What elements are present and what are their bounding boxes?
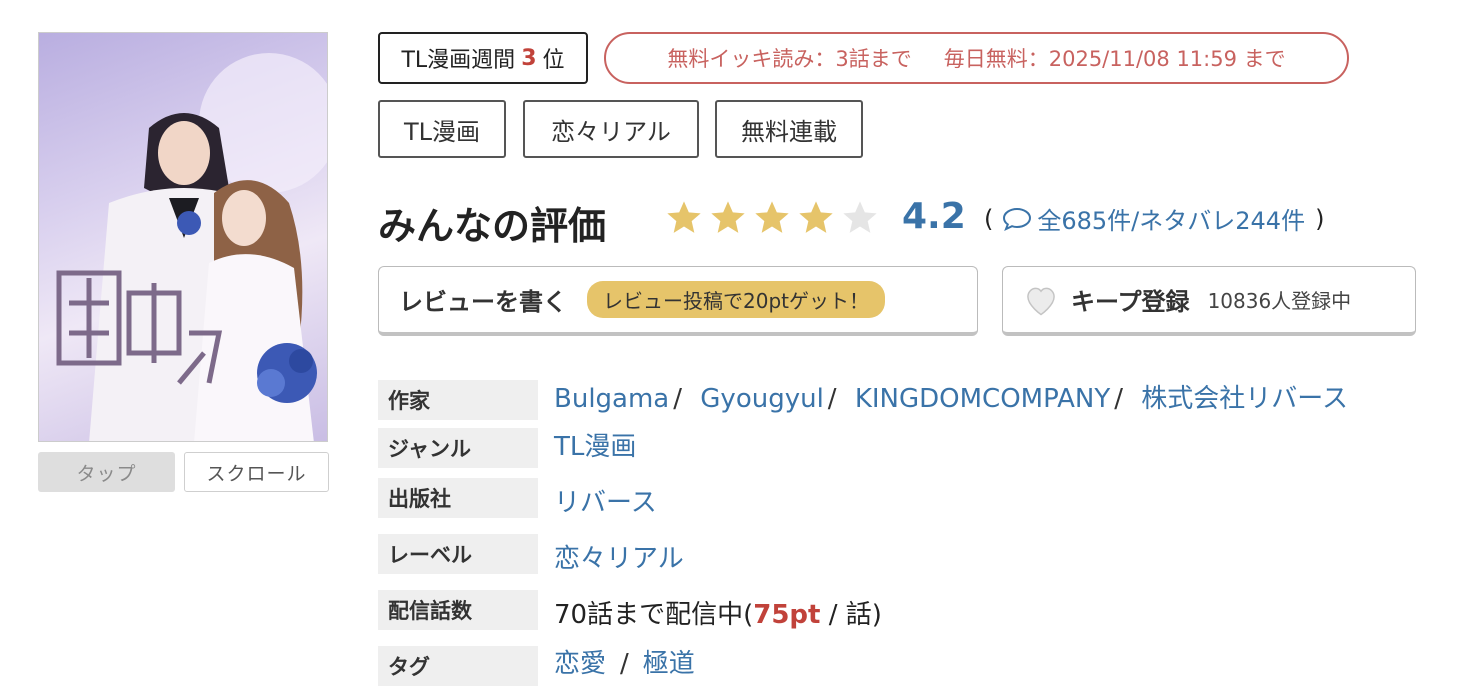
star-icon (667, 201, 701, 233)
genre-link[interactable]: TL漫画 (554, 426, 636, 463)
tag-list: 恋愛 / 極道 (554, 643, 695, 680)
tags-label: タグ (378, 646, 538, 686)
ranking-prefix: TL漫画週間 (401, 48, 516, 73)
ranking-suffix: 位 (542, 48, 565, 73)
genre-tag-free-serial[interactable]: 無料連載 (715, 100, 863, 158)
scroll-view-button[interactable]: スクロール (184, 452, 329, 492)
star-icon (711, 201, 745, 233)
free-daily-text: 毎日無料：2025/11/08 11:59 まで (943, 47, 1286, 71)
speech-bubble-icon (1003, 207, 1032, 231)
genre-tag-tl-manga[interactable]: TL漫画 (378, 100, 506, 158)
tap-view-button[interactable]: タップ (38, 452, 175, 492)
paren-close: ) (1315, 204, 1325, 233)
ranking-number: 3 (521, 45, 537, 71)
author-link[interactable]: KINGDOMCOMPANY (855, 384, 1110, 414)
free-binge-text: 無料イッキ読み：3話まで (667, 47, 912, 71)
author-link[interactable]: Gyougyul (700, 384, 824, 414)
star-icon (799, 201, 833, 233)
free-reading-badge: 無料イッキ読み：3話まで 毎日無料：2025/11/08 11:59 まで (604, 32, 1349, 84)
author-label: 作家 (378, 380, 538, 420)
keep-button[interactable]: キープ登録 10836人登録中 (1002, 266, 1416, 336)
review-count-link[interactable]: 全685件/ネタバレ244件 (1037, 201, 1305, 236)
episodes-price: 75pt (753, 600, 821, 630)
review-promo-badge: レビュー投稿で20ptゲット！ (587, 281, 885, 318)
paren-open: ( (984, 204, 994, 233)
genre-tag-label[interactable]: 恋々リアル (523, 100, 699, 158)
author-link[interactable]: Bulgama (554, 384, 669, 414)
cover-image[interactable] (38, 32, 328, 442)
rating-title: みんなの評価 (378, 204, 607, 248)
publisher-label: 出版社 (378, 478, 538, 518)
episodes-label: 配信話数 (378, 590, 538, 630)
ranking-badge[interactable]: TL漫画週間 3 位 (378, 32, 588, 84)
star-icon (755, 201, 789, 233)
separator: / (1114, 384, 1124, 414)
separator: / (673, 384, 683, 414)
write-review-button[interactable]: レビューを書く レビュー投稿で20ptゲット！ (378, 266, 978, 336)
imprint-label: レーベル (378, 534, 538, 574)
episodes-prefix: 70話まで配信中( (554, 600, 754, 630)
author-list: Bulgama / Gyougyul / KINGDOMCOMPANY / 株式会社リ… (554, 378, 1348, 415)
rating-score: 4.2 (902, 196, 966, 237)
imprint-link[interactable]: 恋々リアル (554, 538, 684, 575)
star-rating (664, 198, 884, 238)
star-empty-icon (843, 201, 877, 233)
separator: / (620, 649, 629, 679)
cover-illustration (56, 53, 327, 441)
keep-count: 10836人登録中 (1207, 289, 1352, 313)
episodes-value: 70話まで配信中(75pt / 話) (554, 594, 882, 631)
tag-link[interactable]: 恋愛 (554, 649, 606, 679)
publisher-link[interactable]: リバース (554, 482, 657, 519)
heart-icon (1027, 287, 1055, 315)
separator: / (827, 384, 837, 414)
author-link[interactable]: 株式会社リバース (1141, 384, 1348, 414)
genre-label: ジャンル (378, 428, 538, 468)
tag-link[interactable]: 極道 (643, 649, 695, 679)
keep-label: キープ登録 (1071, 288, 1190, 316)
episodes-suffix: / 話) (820, 600, 882, 630)
review-count[interactable]: ( 全685件/ネタバレ244件 ) (984, 201, 1324, 236)
write-review-label: レビューを書く (399, 288, 567, 316)
